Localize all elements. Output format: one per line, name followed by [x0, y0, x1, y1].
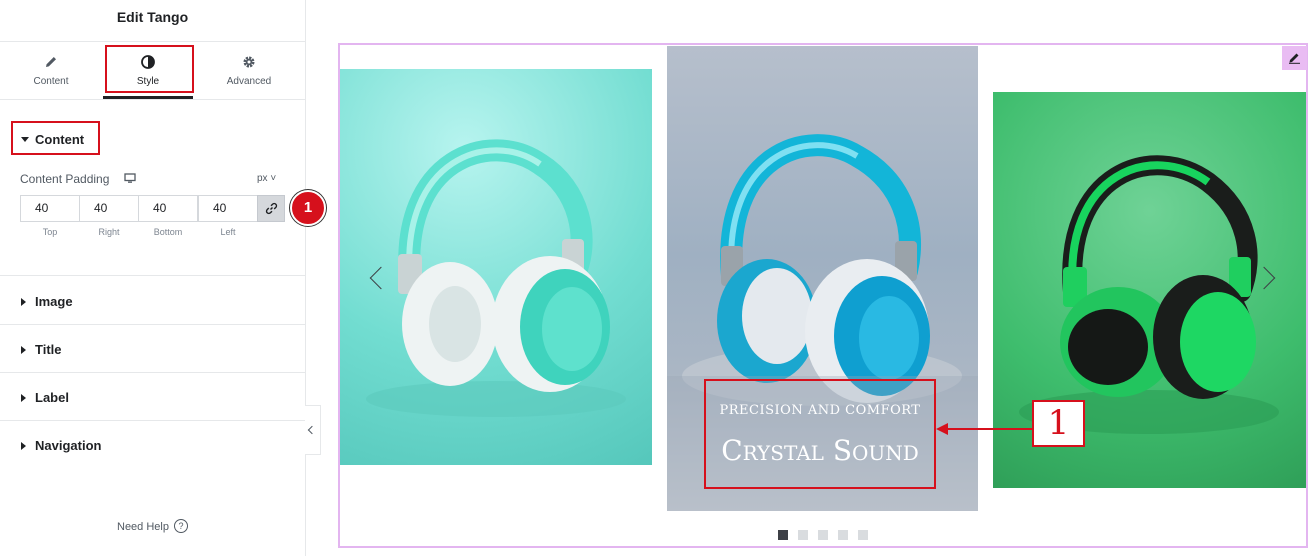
step-badge: 1 — [290, 190, 326, 226]
highlight-style-tab — [105, 45, 194, 93]
chevron-left-icon — [307, 425, 317, 435]
highlight-caption — [704, 379, 936, 489]
link-icon — [265, 202, 278, 215]
collapse-panel-button[interactable] — [305, 405, 321, 455]
pagination-dot-4[interactable] — [838, 530, 848, 540]
padding-right-input[interactable]: 40 — [79, 195, 139, 222]
caret-right-icon — [21, 298, 26, 306]
caption-right: Right — [98, 227, 120, 237]
tab-content-label: Content — [33, 76, 69, 87]
content-padding-label: Content Padding — [20, 172, 110, 186]
callout-number: 1 — [1032, 400, 1085, 447]
slide-teal-headphones[interactable] — [340, 69, 652, 465]
section-title-title: Title — [35, 342, 62, 357]
tab-advanced[interactable]: Advanced — [203, 42, 295, 100]
pencil-icon — [1289, 53, 1300, 64]
highlight-content-section — [11, 121, 100, 155]
section-image[interactable]: Image — [0, 277, 305, 325]
pagination-dot-1[interactable] — [778, 530, 788, 540]
caption-left: Left — [220, 227, 236, 237]
help-icon[interactable]: ? — [174, 519, 188, 533]
panel-title: Edit Tango — [0, 0, 305, 42]
caret-right-icon — [21, 442, 26, 450]
tab-content[interactable]: Content — [5, 42, 97, 100]
headphones-image — [366, 139, 626, 417]
tab-advanced-label: Advanced — [226, 76, 272, 87]
padding-inputs: 40 40 40 40 — [20, 195, 285, 222]
pagination-dot-5[interactable] — [858, 530, 868, 540]
link-values-button[interactable] — [257, 195, 285, 222]
gear-icon — [243, 56, 255, 68]
caret-right-icon — [21, 346, 26, 354]
editor-panel: Edit Tango Content Style Advanced Conten… — [0, 0, 326, 556]
padding-left-input[interactable]: 40 — [198, 195, 258, 222]
section-image-title: Image — [35, 294, 73, 309]
section-navigation[interactable]: Navigation — [0, 421, 305, 469]
section-label-title: Label — [35, 390, 69, 405]
caret-right-icon — [21, 394, 26, 402]
unit-selector[interactable]: px ˅ — [257, 173, 276, 184]
callout-line — [944, 428, 1032, 430]
edit-widget-button[interactable] — [1282, 46, 1307, 70]
pencil-icon — [46, 57, 56, 67]
monitor-icon[interactable] — [124, 172, 136, 184]
callout-arrowhead — [936, 423, 948, 435]
padding-top-input[interactable]: 40 — [20, 195, 80, 222]
caption-top: Top — [42, 227, 58, 237]
active-tab-indicator — [103, 96, 193, 99]
caption-bottom: Bottom — [153, 227, 183, 237]
unit-label: px — [257, 173, 268, 184]
section-navigation-title: Navigation — [35, 438, 102, 453]
pagination-dot-3[interactable] — [818, 530, 828, 540]
padding-bottom-input[interactable]: 40 — [138, 195, 198, 222]
section-label[interactable]: Label — [0, 373, 305, 421]
need-help-link[interactable]: Need Help — [117, 521, 169, 533]
section-title[interactable]: Title — [0, 325, 305, 373]
pagination-dot-2[interactable] — [798, 530, 808, 540]
